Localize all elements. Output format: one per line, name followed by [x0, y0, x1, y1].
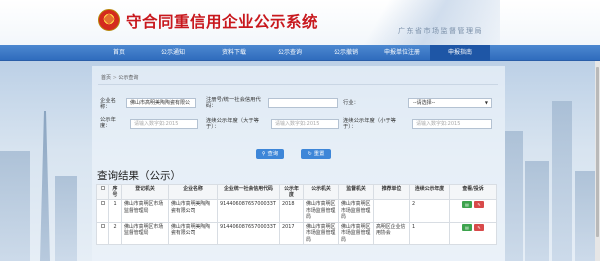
consecutive-lt-input[interactable]: 请输入数字如:2015: [412, 119, 492, 129]
complain-button[interactable]: ✎: [474, 223, 484, 231]
search-icon: ⚲: [261, 151, 266, 157]
company-name-label: 企业名称：: [100, 98, 116, 110]
cell-consecutive-years: 1: [409, 221, 450, 245]
table-header-row: 序号 登记机关 企业名称 企业统一社会信用代码 公示年度 公示机关 监督机关 推荐单位 连续公示…: [96, 184, 497, 200]
column-header: 公示年度: [279, 184, 304, 200]
nav-item-2[interactable]: 资料下载: [206, 45, 262, 61]
cell-company-name: 佛山市高明美陶陶瓷有限公司: [168, 199, 218, 223]
complain-button[interactable]: ✎: [474, 201, 484, 208]
reset-icon: ↻: [307, 151, 312, 157]
column-header: 企业统一社会信用代码: [217, 184, 280, 200]
cell-registration-authority: 佛山市高明区市场监督管理局: [121, 199, 169, 223]
credit-code-input[interactable]: [268, 98, 338, 108]
cell-credit-code: 91440608765700033T: [217, 199, 280, 223]
cell-credit-code: 91440608765700033T: [217, 221, 280, 245]
row-checkbox-cell: [96, 221, 109, 245]
table-row: 2 佛山市高明区市场监督管理局 佛山市高明美陶陶瓷有限公司 9144060876570…: [96, 221, 497, 245]
nav-item-4[interactable]: 公示撤销: [318, 45, 374, 61]
column-header: [96, 184, 109, 200]
select-all-checkbox[interactable]: [100, 186, 105, 190]
search-button[interactable]: ⚲ 查询: [256, 149, 284, 159]
cell-year: 2018: [279, 199, 304, 223]
column-header: 企业名称: [168, 184, 218, 200]
national-emblem-icon: [98, 9, 120, 31]
cell-recommender: [373, 199, 410, 223]
consecutive-gt-input[interactable]: 请输入数字如:2015: [271, 119, 339, 129]
cell-consecutive-years: 2: [409, 199, 450, 223]
row-checkbox[interactable]: [100, 201, 105, 205]
consecutive-lt-label: 连续公示年度（小于等于）：: [343, 118, 396, 130]
main-nav: 首页 公示通知 资料下载 公示查询 公示撤销 申报单位注册 申报指南: [0, 45, 600, 61]
reset-button[interactable]: ↻ 重置: [301, 149, 331, 159]
breadcrumb-current: 公示查询: [118, 75, 139, 81]
nav-item-3[interactable]: 公示查询: [262, 45, 318, 61]
divider: [98, 84, 498, 85]
breadcrumb-home[interactable]: 首页: [101, 75, 111, 81]
site-title: 守合同重信用企业公示系统: [126, 13, 319, 31]
cell-registration-authority: 佛山市高明区市场监督管理局: [121, 221, 169, 245]
nav-item-0[interactable]: 首页: [98, 45, 140, 61]
year-label: 公示年度：: [100, 117, 116, 129]
cell-index: 1: [108, 199, 122, 223]
column-header: 查看/投诉: [449, 184, 497, 200]
site-subtitle: 广东省市场监督管理局: [398, 27, 483, 35]
row-checkbox-cell: [96, 199, 109, 223]
cell-year: 2017: [279, 221, 304, 245]
column-header: 推荐单位: [373, 184, 410, 200]
cell-publish-authority: 佛山市高明区市场监督管理局: [303, 221, 339, 245]
breadcrumb: 首页 > 公示查询: [101, 74, 138, 81]
cell-publish-authority: 佛山市高明区市场监督管理局: [303, 199, 339, 223]
actions-cell: ▤ ✎: [449, 199, 497, 223]
column-header: 公示机关: [303, 184, 339, 200]
view-button[interactable]: ▤: [462, 201, 472, 208]
cell-recommender: 高明区企业信用协会: [373, 221, 410, 245]
credit-code-label: 注册号/统一社会信用代码：: [206, 97, 261, 109]
cell-supervisory-authority: 佛山市高明区市场监督管理局: [338, 221, 374, 245]
column-header: 连续公示年度: [409, 184, 450, 200]
consecutive-gt-label: 连续公示年度（大于等于）：: [206, 118, 259, 130]
table-row: 1 佛山市高明区市场监督管理局 佛山市高明美陶陶瓷有限公司 9144060876570…: [96, 199, 497, 223]
breadcrumb-separator: >: [112, 75, 117, 81]
industry-select-value: --请选择--: [413, 100, 436, 106]
nav-item-6[interactable]: 申报指南: [430, 45, 490, 61]
cell-company-name: 佛山市高明美陶陶瓷有限公司: [168, 221, 218, 245]
header-decoration: [330, 0, 500, 45]
actions-cell: ▤ ✎: [449, 221, 497, 245]
site-header: 守合同重信用企业公示系统 广东省市场监督管理局: [0, 0, 600, 45]
results-title: 查询结果（公示）: [97, 170, 181, 182]
company-name-input[interactable]: 佛山市高明美陶陶瓷有限公: [126, 98, 196, 108]
table-body: 1 佛山市高明区市场监督管理局 佛山市高明美陶陶瓷有限公司 9144060876570…: [96, 199, 497, 245]
cell-supervisory-authority: 佛山市高明区市场监督管理局: [338, 199, 374, 223]
tower-silhouette: [40, 111, 50, 261]
row-checkbox[interactable]: [100, 223, 105, 228]
scrollbar-thumb[interactable]: [596, 67, 599, 237]
industry-label: 行业：: [343, 100, 359, 106]
chevron-down-icon: ▼: [484, 100, 488, 105]
column-header: 序号: [108, 184, 122, 200]
nav-items: 首页 公示通知 资料下载 公示查询 公示撤销 申报单位注册 申报指南: [98, 45, 490, 61]
view-button[interactable]: ▤: [462, 223, 472, 231]
cell-index: 2: [108, 221, 122, 245]
results-table: 序号 登记机关 企业名称 企业统一社会信用代码 公示年度 公示机关 监督机关 推荐单位 连续公示…: [96, 184, 497, 245]
nav-item-1[interactable]: 公示通知: [140, 45, 206, 61]
nav-item-5[interactable]: 申报单位注册: [374, 45, 430, 61]
scrollbar[interactable]: [595, 61, 600, 261]
column-header: 登记机关: [121, 184, 169, 200]
column-header: 监督机关: [338, 184, 374, 200]
year-input[interactable]: 请输入数字如:2015: [130, 119, 198, 129]
industry-select[interactable]: --请选择-- ▼: [408, 98, 492, 108]
